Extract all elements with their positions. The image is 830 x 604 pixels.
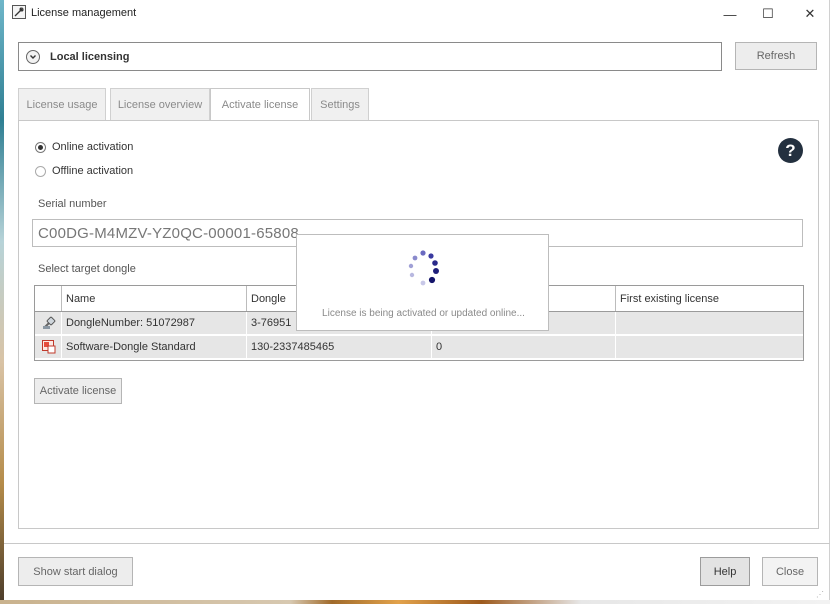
offline-activation-label: Offline activation <box>52 165 134 177</box>
desktop-background-bottom <box>0 600 830 604</box>
show-start-dialog-button[interactable]: Show start dialog <box>18 557 133 586</box>
license-key-icon <box>12 5 26 19</box>
serial-number-label: Serial number <box>38 198 107 210</box>
window-title: License management <box>31 7 137 19</box>
usb-dongle-icon <box>43 316 56 329</box>
help-button[interactable]: Help <box>700 557 750 586</box>
tab-settings[interactable]: Settings <box>311 88 369 120</box>
minimize-button[interactable]: — <box>710 0 750 28</box>
close-window-button[interactable]: ✕ <box>790 0 830 28</box>
dongle-name-cell: Software-Dongle Standard <box>61 336 246 358</box>
chevron-down-icon[interactable] <box>26 50 40 64</box>
select-target-dongle-label: Select target dongle <box>38 263 136 275</box>
close-icon: ✕ <box>804 6 816 21</box>
help-question-icon[interactable]: ? <box>778 138 803 163</box>
title-bar[interactable]: License management — ☐ ✕ <box>4 0 830 28</box>
online-activation-radio[interactable] <box>35 141 46 153</box>
activation-progress-message: License is being activated or updated on… <box>322 308 525 319</box>
dongle-col3-cell: 0 <box>431 336 615 358</box>
tab-activate-license[interactable]: Activate license <box>210 88 310 121</box>
activation-progress-overlay: License is being activated or updated on… <box>296 234 549 331</box>
serial-number-value: C00DG-M4MZV-YZ0QC-00001-65808 <box>38 224 299 242</box>
activate-license-button[interactable]: Activate license <box>34 378 122 404</box>
license-management-window: License management — ☐ ✕ Local licensing… <box>4 0 830 600</box>
refresh-button[interactable]: Refresh <box>735 42 817 70</box>
dongle-id-cell: 130-2337485465 <box>246 336 431 358</box>
tab-license-usage[interactable]: License usage <box>18 88 106 120</box>
software-dongle-icon <box>42 340 56 354</box>
resize-grip-icon[interactable]: ⋰ <box>816 590 826 600</box>
first-license-cell <box>615 336 803 358</box>
online-activation-option[interactable]: Online activation <box>35 141 133 153</box>
column-header-name[interactable]: Name <box>61 286 246 311</box>
first-license-cell <box>615 312 803 334</box>
dongle-name-cell: DongleNumber: 51072987 <box>61 312 246 334</box>
footer-divider <box>4 543 830 544</box>
local-licensing-expander[interactable]: Local licensing <box>18 42 722 71</box>
online-activation-label: Online activation <box>52 141 134 153</box>
maximize-button[interactable]: ☐ <box>748 0 788 28</box>
maximize-icon: ☐ <box>762 6 774 21</box>
loading-spinner-icon <box>408 250 439 286</box>
close-button[interactable]: Close <box>762 557 818 586</box>
offline-activation-radio[interactable] <box>35 165 46 177</box>
offline-activation-option[interactable]: Offline activation <box>35 165 133 177</box>
tab-license-overview[interactable]: License overview <box>110 88 210 120</box>
table-row[interactable]: Software-Dongle Standard 130-2337485465 … <box>35 336 803 358</box>
local-licensing-label: Local licensing <box>50 51 130 63</box>
minimize-icon: — <box>723 6 737 22</box>
column-header-first-existing-license[interactable]: First existing license <box>615 286 803 311</box>
